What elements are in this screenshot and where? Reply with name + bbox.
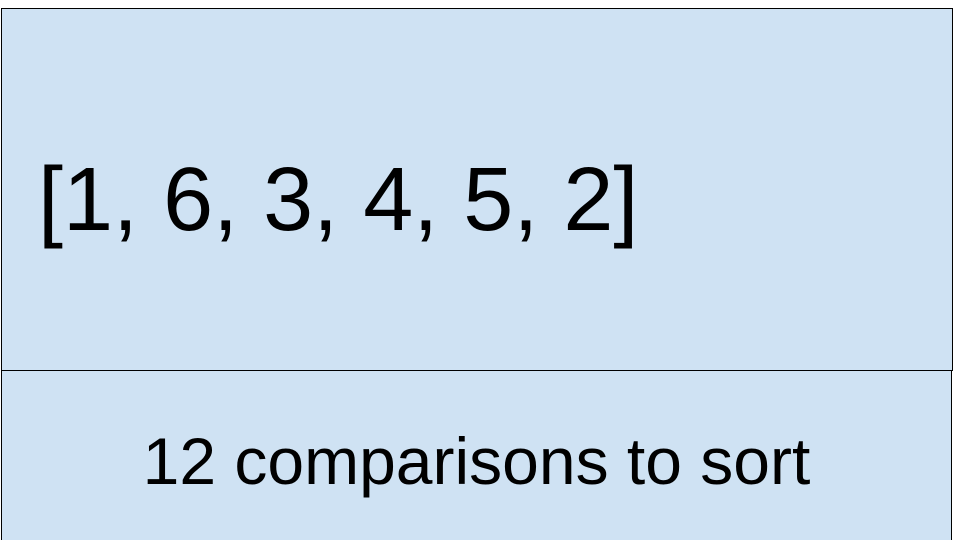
comparison-count-text: 12 comparisons to sort [142,424,811,498]
comparison-count-box: 12 comparisons to sort [1,370,952,540]
slide: [1, 6, 3, 4, 5, 2] 12 comparisons to sor… [0,0,960,540]
array-box: [1, 6, 3, 4, 5, 2] [1,8,953,371]
array-text: [1, 6, 3, 4, 5, 2] [38,150,639,250]
